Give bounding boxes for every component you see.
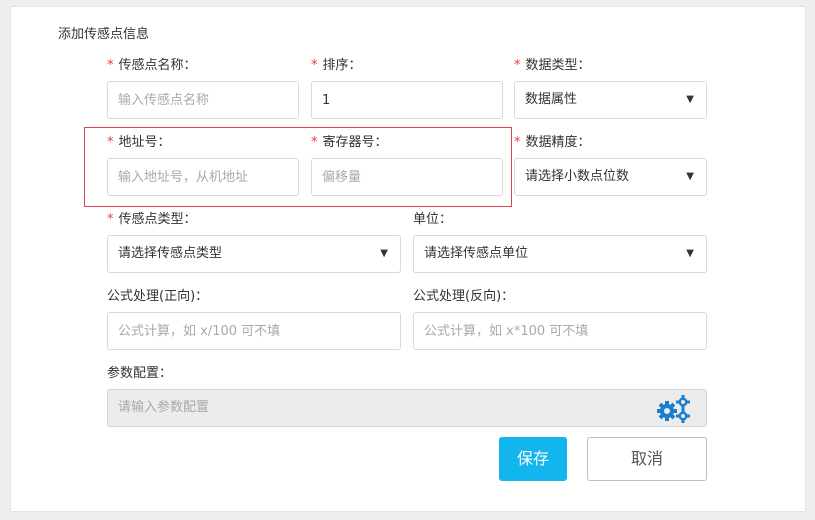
formula-reverse-input[interactable] <box>413 312 707 350</box>
unit-value: 请选择传感点单位 <box>424 246 529 261</box>
chevron-down-icon: ▼ <box>686 248 694 259</box>
params-input[interactable] <box>108 390 648 426</box>
register-input[interactable] <box>311 158 503 196</box>
gears-icon[interactable] <box>656 394 692 424</box>
data-type-label: * 数据类型： <box>514 58 591 73</box>
formula-forward-input[interactable] <box>107 312 401 350</box>
params-field <box>107 389 707 427</box>
data-type-value: 数据属性 <box>525 92 578 107</box>
unit-select[interactable]: 请选择传感点单位 ▼ <box>413 235 707 273</box>
cancel-button[interactable]: 取消 <box>587 437 707 481</box>
chevron-down-icon: ▼ <box>380 248 388 259</box>
sort-input[interactable] <box>311 81 503 119</box>
sensor-name-input[interactable] <box>107 81 299 119</box>
sensor-type-value: 请选择传感点类型 <box>118 246 223 261</box>
data-type-select[interactable]: 数据属性 ▼ <box>514 81 707 119</box>
params-label: 参数配置： <box>107 366 173 381</box>
precision-select[interactable]: 请选择小数点位数 ▼ <box>514 158 707 196</box>
form-panel: 添加传感点信息 *传感点名称： *排序： *数据类型： 数据属性 ▼ *地址号：… <box>10 6 806 512</box>
save-button[interactable]: 保存 <box>499 437 567 481</box>
address-input[interactable] <box>107 158 299 196</box>
address-label: * 地址号： <box>107 135 171 150</box>
sort-label: * 排序： <box>311 58 362 73</box>
chevron-down-icon: ▼ <box>686 171 694 182</box>
register-label: * 寄存器号： <box>311 135 388 150</box>
sensor-name-label: * 传感点名称： <box>107 58 197 73</box>
chevron-down-icon: ▼ <box>686 94 694 105</box>
sensor-type-select[interactable]: 请选择传感点类型 ▼ <box>107 235 401 273</box>
precision-label: * 数据精度： <box>514 135 591 150</box>
formula-reverse-label: 公式处理(反向)： <box>413 289 515 304</box>
panel-title: 添加传感点信息 <box>58 27 150 42</box>
sensor-type-label: * 传感点类型： <box>107 212 197 227</box>
unit-label: 单位： <box>413 212 453 227</box>
precision-value: 请选择小数点位数 <box>525 169 630 184</box>
formula-forward-label: 公式处理(正向)： <box>107 289 209 304</box>
